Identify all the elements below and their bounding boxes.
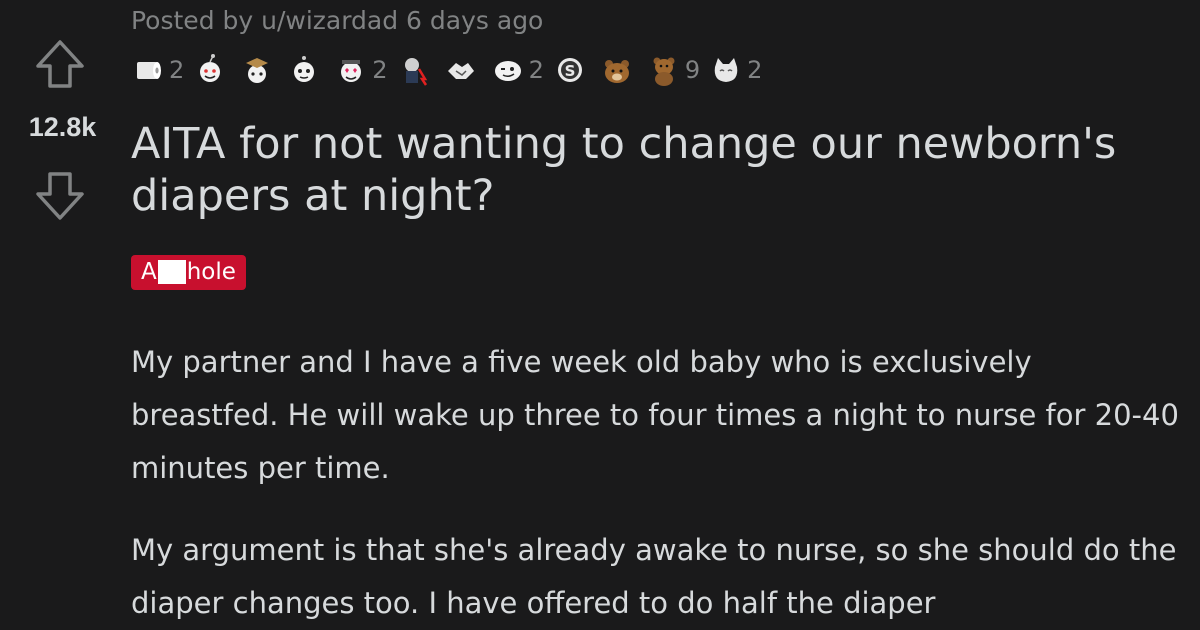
toilet-paper-icon bbox=[131, 53, 165, 87]
downvote-arrow-icon[interactable] bbox=[32, 168, 88, 224]
award-count: 2 bbox=[747, 56, 763, 84]
award-graduation[interactable] bbox=[240, 53, 278, 87]
graduation-snoo-icon bbox=[240, 53, 274, 87]
heart-eyes-snoo-icon bbox=[334, 53, 368, 87]
bear-icon bbox=[600, 53, 634, 87]
post-paragraph: My partner and I have a five week old ba… bbox=[131, 345, 1179, 485]
stonks-falling-icon bbox=[397, 53, 431, 87]
post-flair[interactable]: A hole bbox=[131, 255, 246, 290]
award-stonks-falling[interactable] bbox=[397, 53, 435, 87]
flair-text-end: hole bbox=[186, 259, 236, 285]
silver-snoo-icon bbox=[287, 53, 321, 87]
wholesome-icon bbox=[193, 53, 227, 87]
award-wink-face[interactable]: 2 bbox=[491, 53, 544, 87]
award-cat[interactable]: 2 bbox=[709, 53, 762, 87]
award-bear-dancing[interactable]: 9 bbox=[647, 53, 700, 87]
handshake-icon bbox=[444, 53, 478, 87]
coin-s-icon: S bbox=[553, 53, 587, 87]
award-handshake[interactable] bbox=[444, 53, 482, 87]
award-toilet-paper[interactable]: 2 bbox=[131, 53, 184, 87]
flair-text-start: A bbox=[141, 259, 157, 285]
award-bear[interactable] bbox=[600, 53, 638, 87]
upvote-arrow-icon[interactable] bbox=[32, 36, 88, 92]
bear-dancing-icon bbox=[647, 53, 681, 87]
award-count: 2 bbox=[169, 56, 185, 84]
award-count: 9 bbox=[684, 56, 701, 84]
awards-bar[interactable]: 2 2 2 S 9 2 bbox=[131, 50, 771, 90]
award-wholesome[interactable] bbox=[193, 53, 231, 87]
post-meta[interactable]: Posted by u/wizardad 6 days ago bbox=[131, 6, 543, 35]
redaction-block bbox=[157, 260, 186, 284]
award-silver[interactable] bbox=[287, 53, 325, 87]
vote-score: 12.8k bbox=[28, 112, 97, 142]
post-paragraph: My argument is that she's already awake … bbox=[131, 533, 1177, 620]
cat-icon bbox=[709, 53, 743, 87]
post-title[interactable]: AITA for not wanting to change our newbo… bbox=[131, 118, 1191, 222]
award-heart-eyes[interactable]: 2 bbox=[334, 53, 388, 87]
svg-text:S: S bbox=[564, 62, 575, 80]
wink-face-icon bbox=[491, 53, 525, 87]
award-count: 2 bbox=[528, 56, 544, 84]
award-count: 2 bbox=[372, 56, 388, 84]
award-coin-s[interactable]: S bbox=[553, 53, 591, 87]
